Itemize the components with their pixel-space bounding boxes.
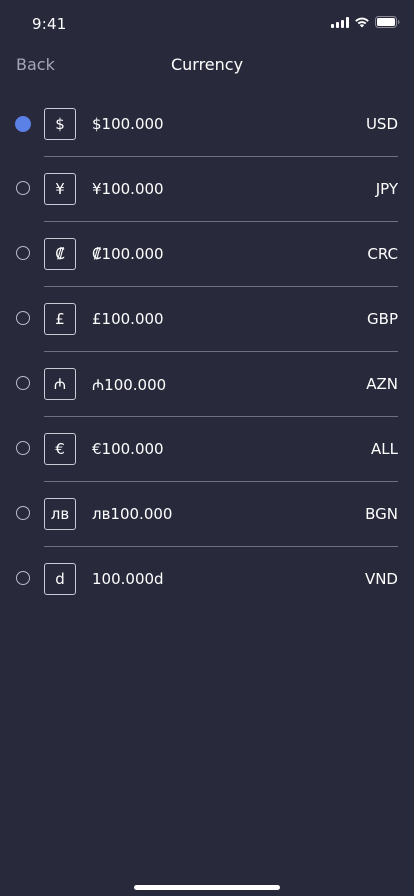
- status-bar: 9:41: [0, 0, 414, 44]
- status-icons: [331, 16, 400, 28]
- radio-unselected[interactable]: [16, 246, 30, 260]
- currency-amount: $100.000: [92, 115, 164, 133]
- currency-row-vnd[interactable]: d 100.000d VND: [0, 547, 414, 612]
- radio-unselected[interactable]: [16, 441, 30, 455]
- currency-symbol-badge: £: [44, 303, 76, 335]
- radio-selected[interactable]: [15, 116, 31, 132]
- currency-code: GBP: [367, 310, 398, 328]
- cellular-signal-icon: [331, 16, 349, 28]
- currency-symbol-badge: лв: [44, 498, 76, 530]
- currency-code: ALL: [371, 440, 398, 458]
- page-title: Currency: [170, 55, 244, 74]
- wifi-icon: [354, 16, 370, 28]
- currency-amount: лв100.000: [92, 505, 173, 523]
- currency-code: JPY: [375, 180, 398, 198]
- currency-symbol-badge: d: [44, 563, 76, 595]
- currency-row-crc[interactable]: ₡ ₡100.000 CRC: [0, 222, 414, 287]
- currency-amount: ¥100.000: [92, 180, 164, 198]
- currency-row-azn[interactable]: ₼ ₼100.000 AZN: [0, 352, 414, 417]
- currency-code: BGN: [365, 505, 398, 523]
- currency-code: AZN: [366, 375, 398, 393]
- currency-symbol-badge: €: [44, 433, 76, 465]
- currency-symbol-badge: $: [44, 108, 76, 140]
- currency-symbol-badge: ₡: [44, 238, 76, 270]
- radio-unselected[interactable]: [16, 181, 30, 195]
- currency-row-jpy[interactable]: ¥ ¥100.000 JPY: [0, 157, 414, 222]
- home-indicator: [134, 885, 280, 890]
- currency-row-usd[interactable]: $ $100.000 USD: [0, 92, 414, 157]
- radio-unselected[interactable]: [16, 376, 30, 390]
- radio-unselected[interactable]: [16, 506, 30, 520]
- currency-list: $ $100.000 USD ¥ ¥100.000 JPY ₡ ₡100.000 CRC £ £10…: [0, 92, 414, 612]
- battery-icon: [375, 16, 400, 28]
- currency-amount: 100.000d: [92, 570, 164, 588]
- radio-unselected[interactable]: [16, 571, 30, 585]
- currency-amount: £100.000: [92, 310, 164, 328]
- currency-amount: ₼100.000: [92, 376, 167, 394]
- currency-amount: ₡100.000: [92, 245, 164, 263]
- currency-row-bgn[interactable]: лв лв100.000 BGN: [0, 482, 414, 547]
- currency-code: CRC: [367, 245, 398, 263]
- currency-symbol-badge: ¥: [44, 173, 76, 205]
- currency-code: VND: [364, 570, 398, 588]
- currency-symbol-badge: ₼: [44, 368, 76, 400]
- currency-row-gbp[interactable]: £ £100.000 GBP: [0, 287, 414, 352]
- currency-amount: €100.000: [92, 440, 164, 458]
- navigation-bar: Back Currency: [0, 44, 414, 88]
- radio-unselected[interactable]: [16, 311, 30, 325]
- status-time: 9:41: [32, 15, 67, 33]
- currency-code: USD: [365, 115, 398, 133]
- currency-row-all[interactable]: € €100.000 ALL: [0, 417, 414, 482]
